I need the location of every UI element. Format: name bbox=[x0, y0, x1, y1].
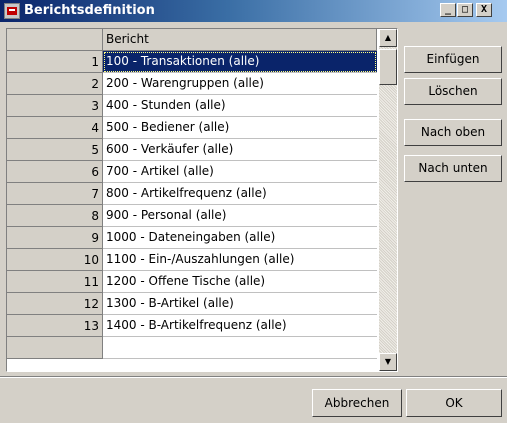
ok-button[interactable]: OK bbox=[406, 389, 502, 417]
table-row[interactable]: 11 1200 - Offene Tische (alle) bbox=[7, 271, 377, 293]
report-cell[interactable]: 900 - Personal (alle) bbox=[103, 205, 377, 227]
row-number[interactable]: 8 bbox=[7, 205, 103, 227]
report-cell[interactable]: 500 - Bediener (alle) bbox=[103, 117, 377, 139]
row-number[interactable]: 10 bbox=[7, 249, 103, 271]
column-header-bericht[interactable]: Bericht bbox=[103, 29, 377, 51]
table-row[interactable]: 2 200 - Warengruppen (alle) bbox=[7, 73, 377, 95]
report-cell[interactable]: 200 - Warengruppen (alle) bbox=[103, 73, 377, 95]
row-number bbox=[7, 337, 103, 359]
move-up-button[interactable]: Nach oben bbox=[404, 119, 502, 146]
row-number[interactable]: 13 bbox=[7, 315, 103, 337]
table-row[interactable]: 13 1400 - B-Artikelfrequenz (alle) bbox=[7, 315, 377, 337]
row-number[interactable]: 3 bbox=[7, 95, 103, 117]
report-cell[interactable]: 1400 - B-Artikelfrequenz (alle) bbox=[103, 315, 377, 337]
table-row[interactable]: 1 100 - Transaktionen (alle) bbox=[7, 51, 377, 73]
row-number[interactable]: 6 bbox=[7, 161, 103, 183]
minimize-button[interactable]: _ bbox=[440, 3, 456, 17]
scroll-down-arrow-icon[interactable]: ▼ bbox=[379, 353, 397, 371]
report-cell[interactable]: 100 - Transaktionen (alle) bbox=[103, 51, 377, 73]
table-row[interactable]: 5 600 - Verkäufer (alle) bbox=[7, 139, 377, 161]
row-number[interactable]: 1 bbox=[7, 51, 103, 73]
report-cell[interactable]: 1000 - Dateneingaben (alle) bbox=[103, 227, 377, 249]
row-number[interactable]: 9 bbox=[7, 227, 103, 249]
table-row[interactable]: 9 1000 - Dateneingaben (alle) bbox=[7, 227, 377, 249]
grid-header-row: Bericht bbox=[7, 29, 377, 51]
table-row[interactable]: 8 900 - Personal (alle) bbox=[7, 205, 377, 227]
row-number[interactable]: 7 bbox=[7, 183, 103, 205]
scroll-up-arrow-icon[interactable]: ▲ bbox=[379, 29, 397, 47]
scroll-thumb[interactable] bbox=[379, 49, 397, 85]
report-cell[interactable]: 1300 - B-Artikel (alle) bbox=[103, 293, 377, 315]
report-cell[interactable]: 600 - Verkäufer (alle) bbox=[103, 139, 377, 161]
table-row[interactable]: 4 500 - Bediener (alle) bbox=[7, 117, 377, 139]
table-row[interactable]: 6 700 - Artikel (alle) bbox=[7, 161, 377, 183]
row-number[interactable]: 2 bbox=[7, 73, 103, 95]
report-cell[interactable]: 700 - Artikel (alle) bbox=[103, 161, 377, 183]
table-row[interactable]: 10 1100 - Ein-/Auszahlungen (alle) bbox=[7, 249, 377, 271]
window-title: Berichtsdefinition bbox=[24, 3, 155, 18]
report-cell bbox=[103, 337, 377, 359]
row-number[interactable]: 5 bbox=[7, 139, 103, 161]
table-row[interactable]: 7 800 - Artikelfrequenz (alle) bbox=[7, 183, 377, 205]
footer-separator bbox=[0, 376, 507, 378]
move-down-button[interactable]: Nach unten bbox=[404, 155, 502, 182]
title-bar: Berichtsdefinition _ □ X bbox=[0, 0, 507, 22]
row-number[interactable]: 4 bbox=[7, 117, 103, 139]
maximize-button[interactable]: □ bbox=[457, 3, 473, 17]
report-cell[interactable]: 1100 - Ein-/Auszahlungen (alle) bbox=[103, 249, 377, 271]
row-header-corner bbox=[7, 29, 103, 51]
row-number[interactable]: 12 bbox=[7, 293, 103, 315]
row-number[interactable]: 11 bbox=[7, 271, 103, 293]
report-grid[interactable]: Bericht 1 100 - Transaktionen (alle) 2 200 … bbox=[6, 28, 398, 372]
report-cell[interactable]: 1200 - Offene Tische (alle) bbox=[103, 271, 377, 293]
table-row-partial bbox=[7, 337, 377, 359]
grid-body: Bericht 1 100 - Transaktionen (alle) 2 200 … bbox=[7, 29, 377, 371]
close-button[interactable]: X bbox=[476, 3, 492, 17]
insert-button[interactable]: Einfügen bbox=[404, 46, 502, 73]
report-cell[interactable]: 400 - Stunden (alle) bbox=[103, 95, 377, 117]
table-row[interactable]: 3 400 - Stunden (alle) bbox=[7, 95, 377, 117]
report-cell[interactable]: 800 - Artikelfrequenz (alle) bbox=[103, 183, 377, 205]
table-row[interactable]: 12 1300 - B-Artikel (alle) bbox=[7, 293, 377, 315]
delete-button[interactable]: Löschen bbox=[404, 78, 502, 105]
cancel-button[interactable]: Abbrechen bbox=[312, 389, 402, 417]
vertical-scrollbar[interactable]: ▲ ▼ bbox=[379, 29, 397, 371]
app-icon bbox=[4, 3, 20, 19]
